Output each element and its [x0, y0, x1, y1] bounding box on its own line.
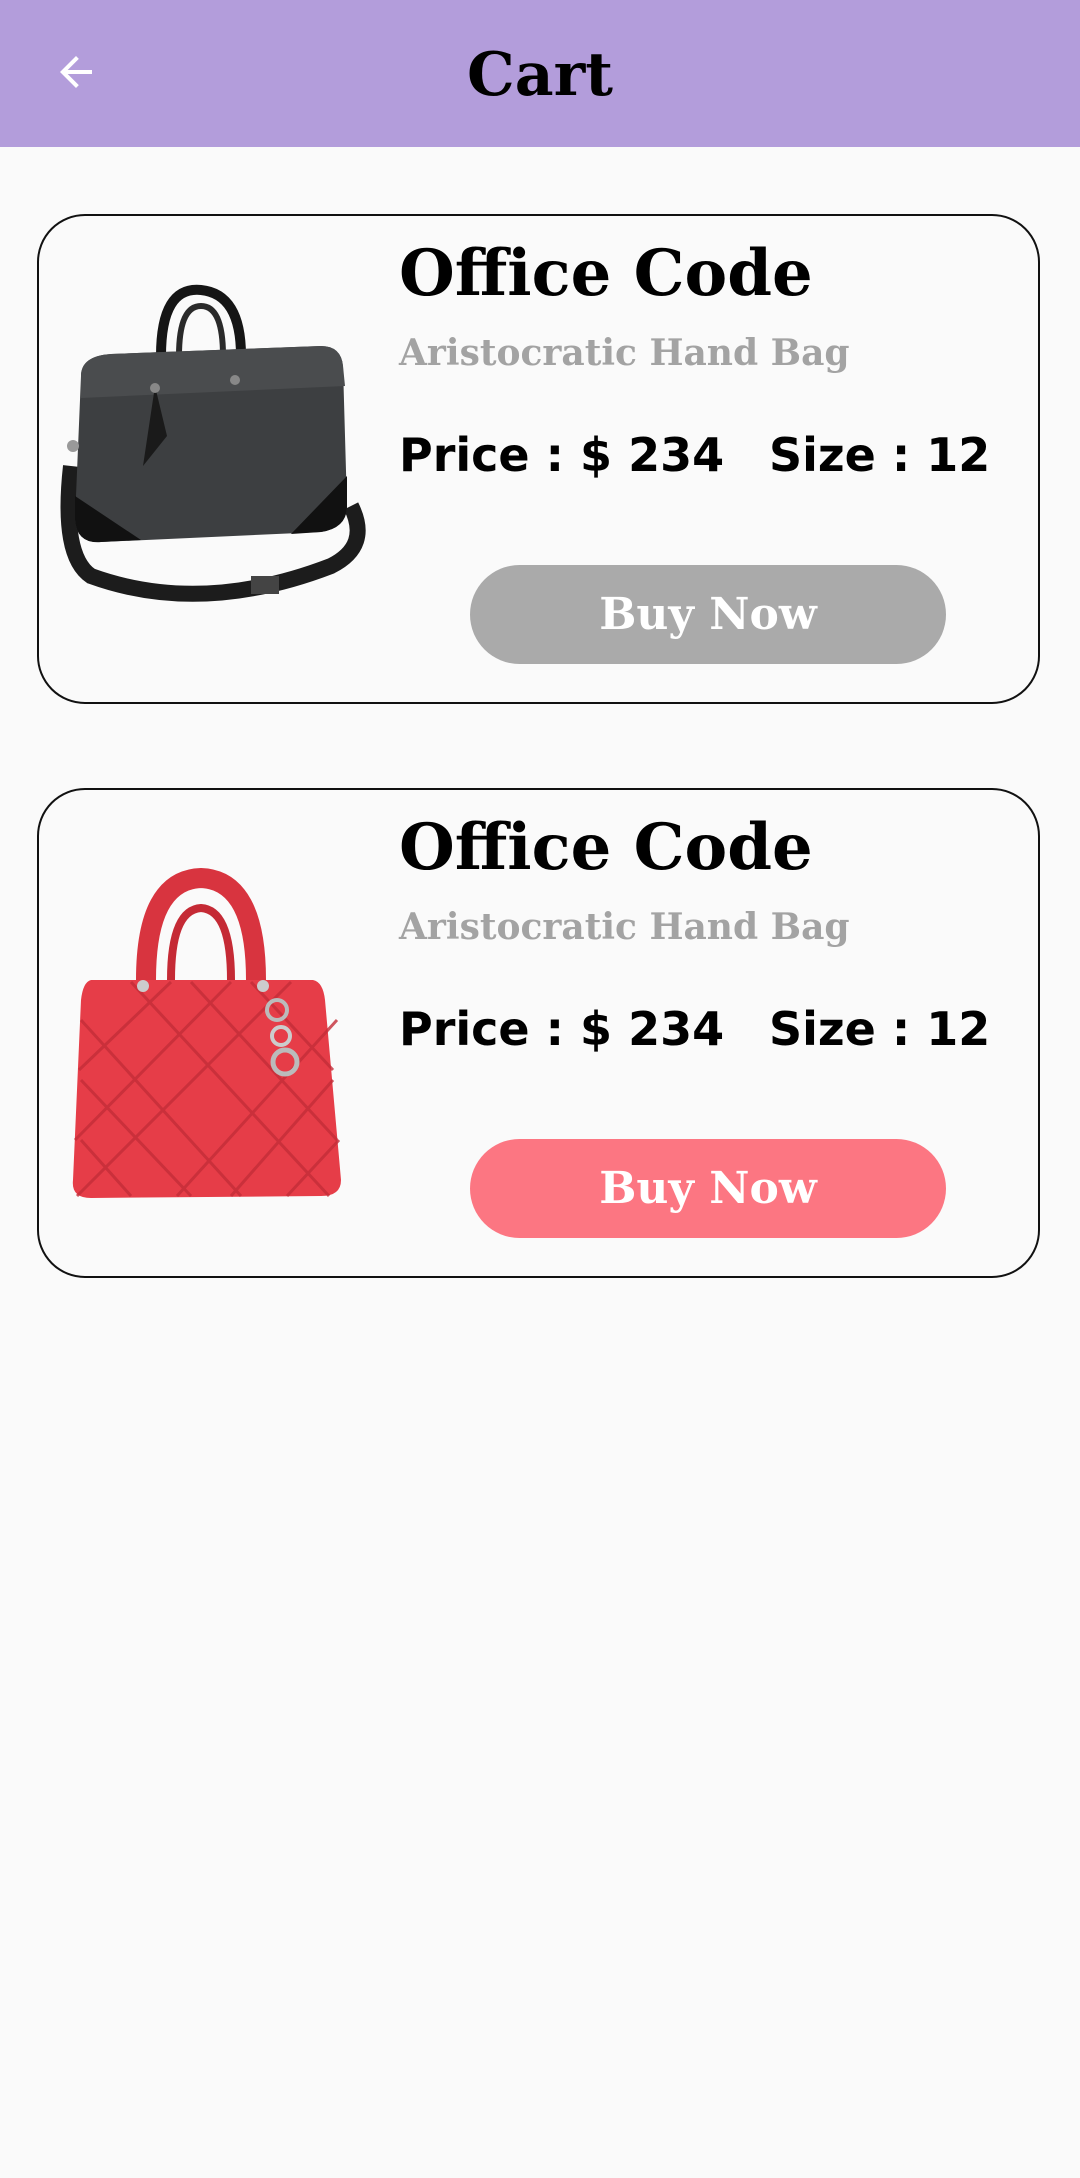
- product-name: Office Code: [399, 810, 813, 885]
- product-price: Price : $ 234: [399, 428, 725, 482]
- app-bar: Cart: [0, 0, 1080, 147]
- product-image-red-bag: [72, 867, 342, 1198]
- product-subtitle: Aristocratic Hand Bag: [399, 906, 850, 948]
- buy-now-button[interactable]: Buy Now: [470, 565, 946, 664]
- buy-now-button[interactable]: Buy Now: [470, 1139, 946, 1238]
- cart-item-card: Office Code Aristocratic Hand Bag Price …: [37, 214, 1040, 704]
- cart-item-card: Office Code Aristocratic Hand Bag Price …: [37, 788, 1040, 1278]
- product-price: Price : $ 234: [399, 1002, 725, 1056]
- product-size: Size : 12: [769, 1002, 991, 1056]
- product-subtitle: Aristocratic Hand Bag: [399, 332, 850, 374]
- product-name: Office Code: [399, 236, 813, 311]
- product-size: Size : 12: [769, 428, 991, 482]
- product-image-gray-bag: [60, 284, 366, 602]
- page-title: Cart: [467, 40, 613, 110]
